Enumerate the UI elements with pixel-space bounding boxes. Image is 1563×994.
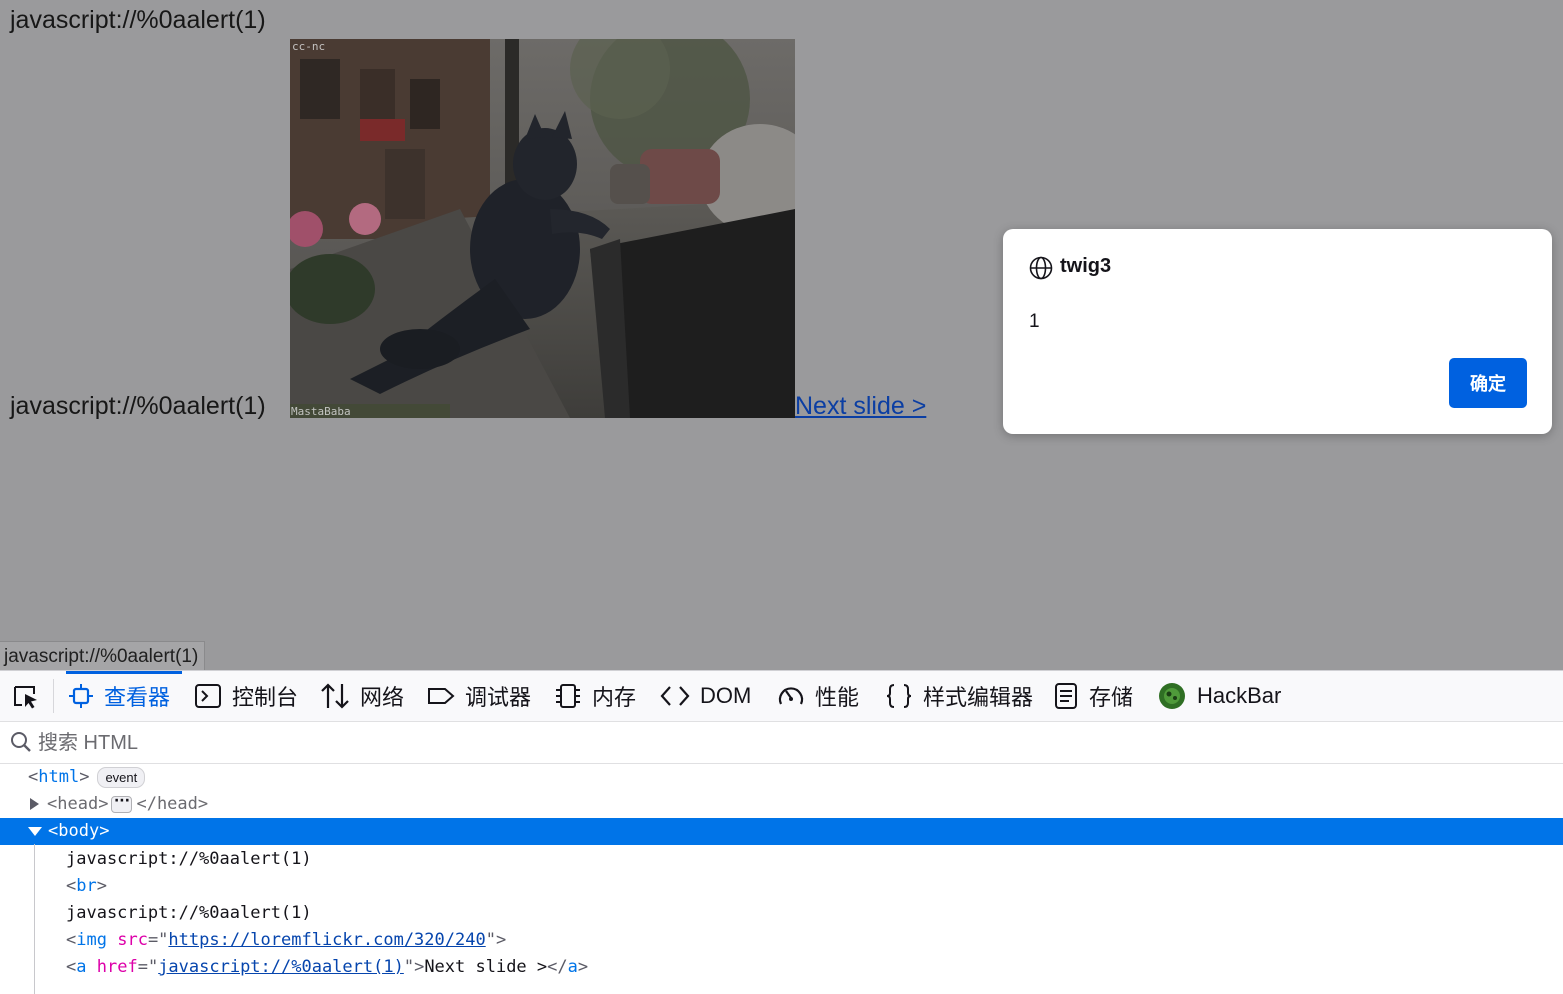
tree-node-img[interactable]: <img src="https://loremflickr.com/320/24… [66, 927, 506, 954]
tab-hackbar[interactable]: HackBar [1158, 671, 1281, 721]
collapse-toggle-icon[interactable] [28, 826, 42, 836]
performance-icon [778, 687, 804, 705]
tree-node-br[interactable]: <br> [66, 873, 107, 900]
alert-dialog: twig3 1 确定 [1003, 229, 1552, 434]
img-src-link[interactable]: https://loremflickr.com/320/240 [168, 930, 485, 950]
dialog-origin: twig3 [1060, 255, 1112, 277]
console-icon [195, 684, 221, 708]
tree-text-node-1[interactable]: javascript://%0aalert(1) [66, 846, 312, 873]
tree-node-body-selected[interactable]: <body> [0, 818, 1563, 845]
tab-label: 存储 [1089, 685, 1134, 710]
head-tag-name: head [57, 794, 99, 814]
network-icon [321, 683, 349, 709]
inspector-icon [69, 684, 93, 708]
html-search-bar [0, 722, 1563, 764]
tab-label: 调试器 [465, 685, 532, 710]
page-text-line-2: javascript://%0aalert(1) [10, 392, 266, 420]
a-href-link[interactable]: javascript://%0aalert(1) [158, 957, 404, 977]
watermark-author: MastaBaba [291, 405, 351, 418]
a-attr-name: href [96, 957, 138, 977]
tree-node-a[interactable]: <a href="javascript://%0aalert(1)">Next … [66, 954, 588, 981]
tab-label: HackBar [1197, 683, 1282, 708]
tab-label: 性能 [815, 685, 860, 710]
dialog-message: 1 [1029, 311, 1040, 332]
img-attr-name: src [117, 930, 148, 950]
body-tag-name: body [58, 821, 100, 841]
storage-icon [1055, 683, 1077, 709]
a-text-content: Next slide > [424, 957, 548, 977]
html-tag-name: html [38, 767, 80, 787]
indent-guide [34, 844, 35, 994]
watermark-license: cc-nc [292, 40, 326, 53]
tab-label: 样式编辑器 [923, 685, 1034, 710]
tab-dom[interactable]: DOM [660, 671, 751, 721]
a-tag-name: a [76, 957, 87, 977]
tab-style-editor[interactable]: 样式编辑器 [885, 671, 1033, 721]
tab-label: 内存 [592, 685, 637, 710]
tab-network[interactable]: 网络 [320, 671, 404, 721]
globe-icon [1029, 256, 1053, 280]
tab-memory[interactable]: 内存 [554, 671, 636, 721]
img-tag-name: img [76, 930, 107, 950]
status-bar: javascript://%0aalert(1) [0, 641, 206, 670]
slide-image-graphic [290, 39, 795, 418]
devtools-toolbar: 查看器 控制台 网络 调试器 内存 DOM 性能 样式编辑器 存储 HackBa… [0, 671, 1563, 722]
devtools-panel: 查看器 控制台 网络 调试器 内存 DOM 性能 样式编辑器 存储 HackBa… [0, 670, 1563, 994]
tab-label: 控制台 [232, 685, 299, 710]
search-html-input[interactable] [36, 727, 1440, 759]
tab-label: 网络 [360, 685, 405, 710]
ok-button[interactable]: 确定 [1449, 358, 1527, 408]
tab-console[interactable]: 控制台 [194, 671, 298, 721]
tree-node-head[interactable]: <head> ··· </head> [30, 791, 208, 818]
search-icon [10, 731, 32, 758]
debugger-icon [428, 688, 455, 704]
tab-performance[interactable]: 性能 [777, 671, 859, 721]
toolbar-separator [53, 679, 54, 713]
next-slide-link[interactable]: Next slide > [795, 392, 926, 421]
slide-image: cc-nc MastaBaba [290, 39, 795, 418]
event-badge[interactable]: event [97, 766, 146, 788]
tab-label: 查看器 [104, 685, 171, 710]
tab-inspector[interactable]: 查看器 [65, 671, 183, 721]
memory-icon [556, 684, 580, 708]
style-editor-icon [886, 684, 912, 708]
collapsed-content-badge[interactable]: ··· [111, 794, 133, 813]
page-viewport: javascript://%0aalert(1) cc-nc MastaBaba… [0, 0, 1563, 670]
page-text-line-1: javascript://%0aalert(1) [10, 6, 266, 34]
tree-node-html[interactable]: <html> event [28, 764, 146, 791]
expand-toggle-icon[interactable] [30, 798, 39, 810]
br-tag-name: br [76, 876, 97, 896]
tab-label: DOM [700, 683, 752, 708]
head-close-tag-name: head [156, 794, 198, 814]
tree-text-node-2[interactable]: javascript://%0aalert(1) [66, 900, 312, 927]
tab-debugger[interactable]: 调试器 [427, 671, 531, 721]
a-close-tag-name: a [567, 957, 578, 977]
element-picker-button[interactable] [8, 680, 44, 714]
element-picker-icon [14, 686, 37, 709]
tab-storage[interactable]: 存储 [1053, 671, 1133, 721]
dom-icon [660, 686, 690, 706]
hackbar-icon [1159, 683, 1185, 709]
